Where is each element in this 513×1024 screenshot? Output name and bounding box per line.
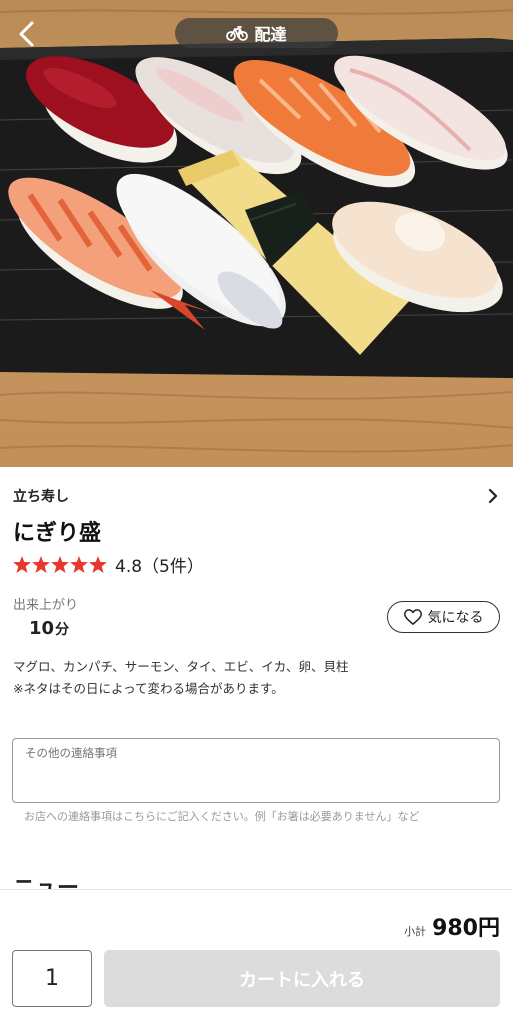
memo-input[interactable] (12, 738, 500, 803)
add-to-cart-bar: 小計 980円 1 カートに入れる (0, 889, 513, 1024)
next-section-heading: ニュー (13, 876, 103, 890)
memo-help-text: お店への連絡事項はこちらにご記入ください。例「お箸は必要ありません」など (24, 810, 420, 823)
ready-time-value: 10分 (29, 618, 69, 639)
star-rating (13, 556, 107, 573)
item-description: マグロ、カンパチ、サーモン、タイ、エビ、イカ、卵、貝柱 ※ネタはその日によって変… (13, 656, 500, 700)
ready-time-number: 10 (29, 618, 55, 639)
chevron-right-icon (488, 489, 498, 503)
star-icon (89, 556, 107, 573)
back-arrow-icon (19, 21, 34, 47)
star-icon (51, 556, 69, 573)
subtotal-label: 小計 (404, 925, 427, 938)
next-section-heading-text: ニュー (13, 876, 80, 890)
subtotal: 小計 980円 (404, 910, 500, 942)
star-icon (70, 556, 88, 573)
ready-time-label: 出来上がり (13, 598, 79, 613)
add-to-cart-button[interactable]: カートに入れる (104, 950, 500, 1007)
shop-name: 立ち寿し (13, 489, 69, 505)
rating: 4.8（5件） (13, 552, 204, 577)
ready-time-unit: 分 (55, 622, 70, 638)
rating-text: 4.8（5件） (115, 557, 204, 577)
subtotal-value: 980円 (432, 916, 500, 941)
star-icon (13, 556, 31, 573)
shop-link[interactable]: 立ち寿し (13, 485, 500, 507)
quantity-selector[interactable]: 1 (12, 950, 92, 1007)
favorite-label: 気になる (427, 610, 484, 626)
item-title: にぎり盛 (13, 521, 102, 546)
delivery-mode-badge: 配達 (175, 18, 338, 48)
delivery-label: 配達 (254, 25, 287, 44)
description-ingredients: マグロ、カンパチ、サーモン、タイ、エビ、イカ、卵、貝柱 (13, 659, 349, 674)
bicycle-icon (226, 26, 249, 41)
sushi-photo (0, 9, 513, 453)
back-button[interactable] (12, 18, 44, 50)
star-icon (32, 556, 50, 573)
hero-image: 配達 (0, 0, 513, 467)
favorite-button[interactable]: 気になる (387, 601, 500, 633)
description-note: ※ネタはその日によって変わる場合があります。 (13, 681, 284, 696)
heart-icon (403, 609, 422, 625)
